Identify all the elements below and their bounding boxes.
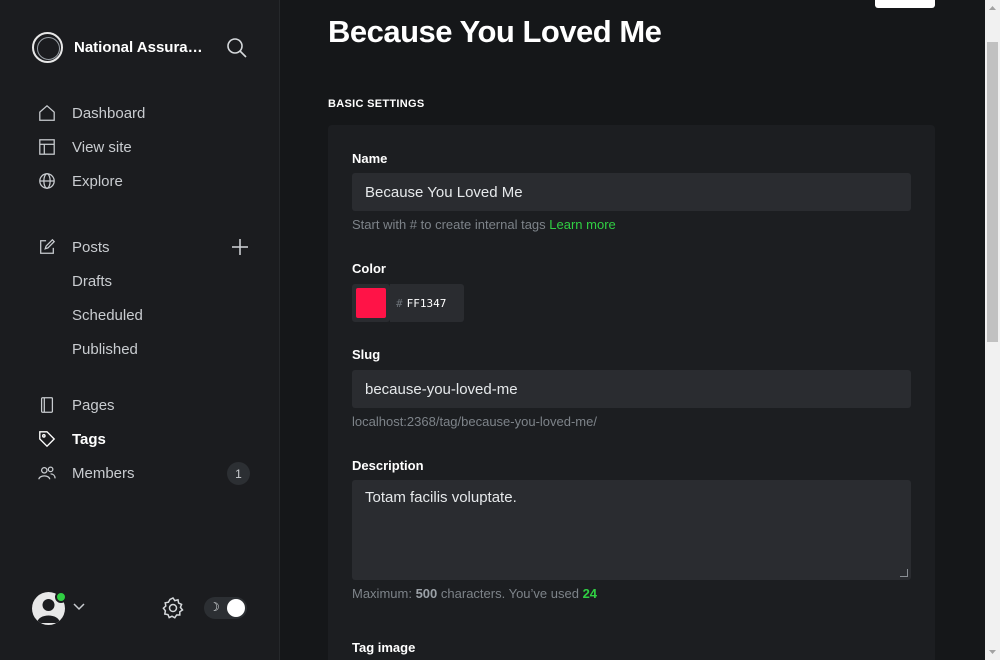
nav-label: View site [72,138,132,156]
name-hint: Start with # to create internal tags Lea… [352,217,616,232]
globe-icon [37,171,57,191]
secondary-nav: Pages Tags Members 1 [32,388,264,490]
nav-label: Members [72,464,135,482]
posts-nav: Posts Drafts Scheduled Published [32,230,264,366]
theme-toggle[interactable]: ☽ [204,597,247,619]
section-title: BASIC SETTINGS [328,98,425,110]
nav-members[interactable]: Members 1 [32,456,264,490]
color-hex-input[interactable]: # FF1347 [390,284,464,322]
primary-nav: Dashboard View site Explore [32,96,264,198]
nav-label: Pages [72,396,115,414]
hash-prefix: # [396,296,403,310]
page-icon [37,395,57,415]
brand[interactable]: National Assurance [32,32,206,63]
layout-icon [37,137,57,157]
description-textarea[interactable]: Totam facilis voluptate. [352,480,911,580]
nav-scheduled[interactable]: Scheduled [32,298,264,332]
scrollbar-thumb[interactable] [987,42,998,342]
page-title: Because You Loved Me [328,14,662,49]
main-content: Because You Loved Me BASIC SETTINGS Name… [280,0,985,660]
description-label: Description [352,458,424,473]
name-hint-text: Start with # to create internal tags [352,217,546,232]
nav-tags[interactable]: Tags [32,422,264,456]
vertical-scrollbar[interactable] [985,0,1000,660]
members-icon [37,463,57,483]
gear-icon[interactable] [161,596,185,620]
nav-label: Posts [72,238,110,256]
online-status-dot [55,591,67,603]
chevron-down-icon[interactable] [72,600,86,614]
nav-published[interactable]: Published [32,332,264,366]
slug-input[interactable]: because-you-loved-me [352,370,911,408]
name-label: Name [352,151,388,166]
nav-dashboard[interactable]: Dashboard [32,96,264,130]
nav-label: Tags [72,430,106,448]
site-logo [32,32,63,63]
nav-label: Drafts [72,272,113,290]
scroll-down-arrow-icon[interactable] [985,643,1000,660]
nav-label: Published [72,340,138,358]
hint-prefix: Maximum: [352,586,412,601]
site-name: National Assurance [74,39,206,56]
members-count-badge: 1 [227,462,250,485]
toggle-knob [227,599,245,617]
slug-label: Slug [352,347,381,362]
nav-posts[interactable]: Posts [32,230,264,264]
slug-url-hint: localhost:2368/tag/because-you-loved-me/ [352,414,597,429]
nav-label: Scheduled [72,306,143,324]
app: National Assurance Dashboard View site E… [0,0,1000,660]
search-icon[interactable] [226,37,248,59]
nav-explore[interactable]: Explore [32,164,264,198]
basic-settings-card: Name Because You Loved Me Start with # t… [328,125,935,660]
nav-drafts[interactable]: Drafts [32,264,264,298]
color-label: Color [352,261,386,276]
description-value: Totam facilis voluptate. [365,489,517,506]
nav-label: Explore [72,172,123,190]
nav-pages[interactable]: Pages [32,388,264,422]
description-hint: Maximum: 500 characters. You’ve used 24 [352,586,597,601]
new-post-plus-icon[interactable] [230,237,250,257]
scroll-up-arrow-icon[interactable] [985,0,1000,17]
max-characters: 500 [415,586,438,601]
tag-icon [37,429,57,449]
used-characters: 24 [582,586,598,601]
hint-middle: characters. You’ve used [440,586,579,601]
nav-label: Dashboard [72,104,146,122]
pencil-square-icon [37,237,57,257]
name-input[interactable]: Because You Loved Me [352,173,911,211]
nav-view-site[interactable]: View site [32,130,264,164]
color-hex-value: FF1347 [406,296,447,310]
home-icon [37,103,57,123]
save-button[interactable] [875,0,935,8]
resize-handle[interactable] [900,569,908,577]
color-swatch-fill [356,288,386,318]
color-swatch[interactable] [352,284,390,322]
sidebar: National Assurance Dashboard View site E… [0,0,280,660]
learn-more-link[interactable]: Learn more [549,217,615,232]
tag-image-label: Tag image [352,640,416,655]
moon-icon: ☽ [209,600,220,614]
